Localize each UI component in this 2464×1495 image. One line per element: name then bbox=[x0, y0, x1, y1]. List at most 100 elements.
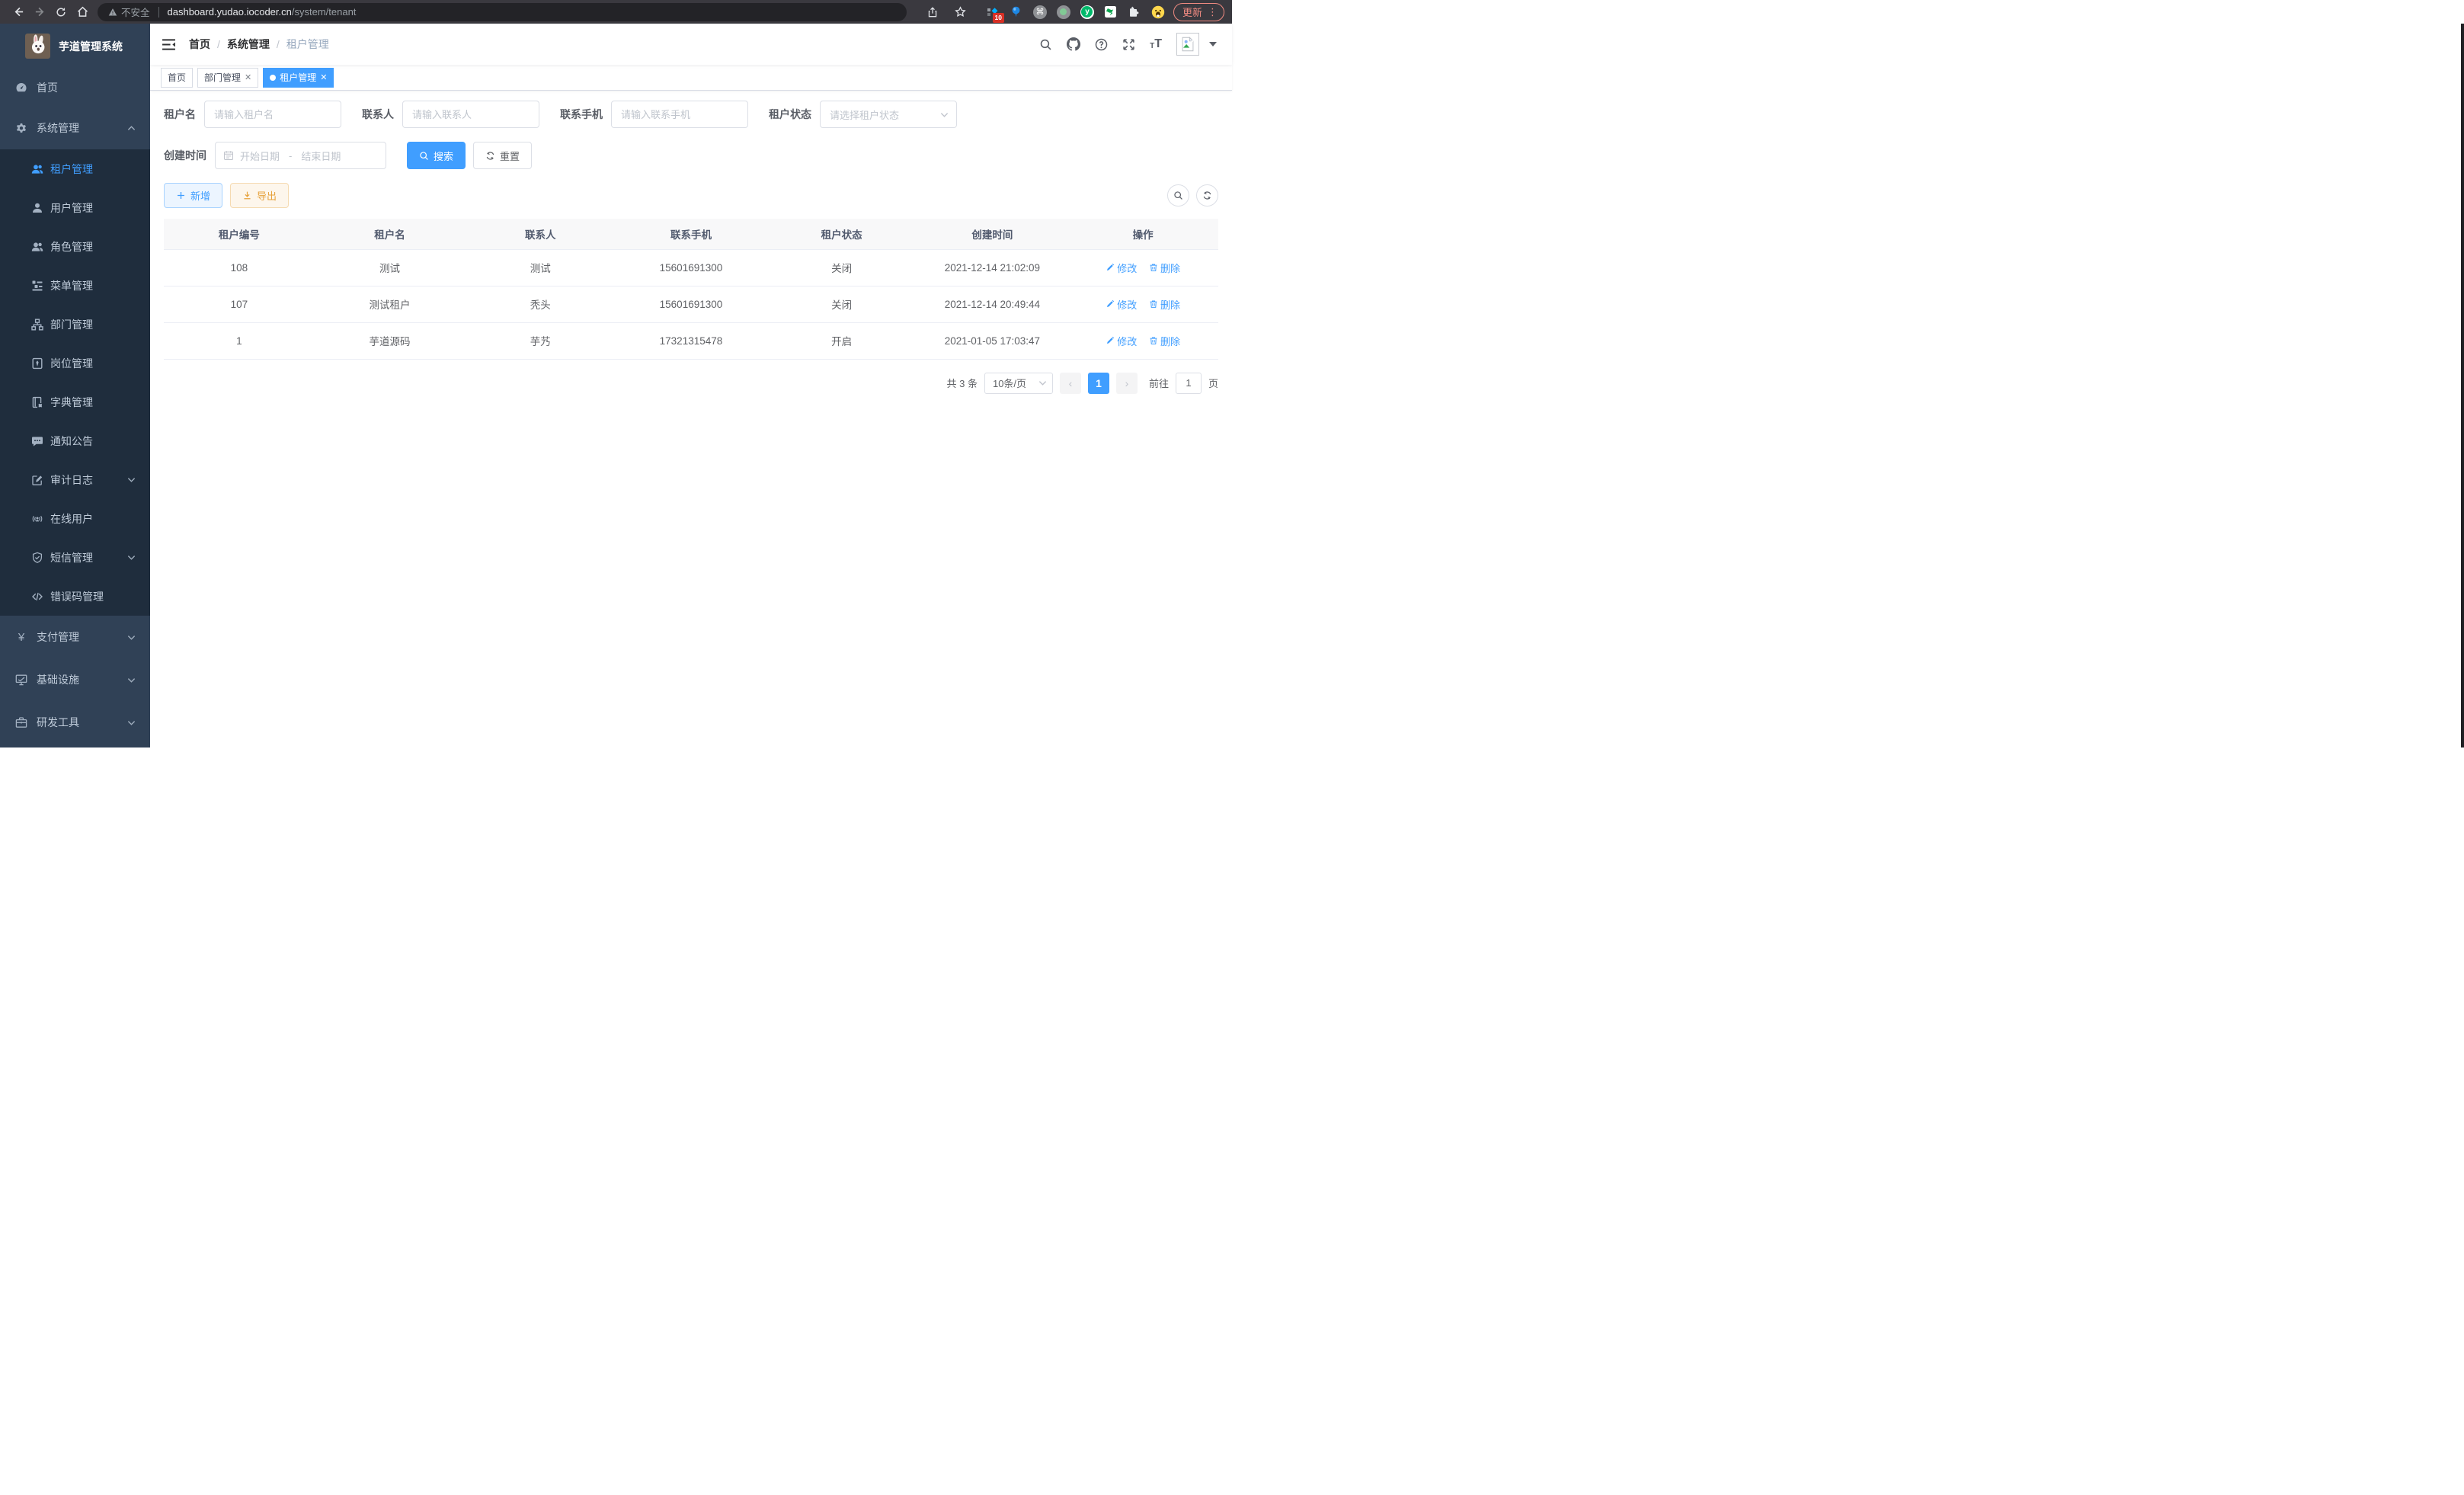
close-icon[interactable]: ✕ bbox=[320, 72, 327, 82]
sidebar-item-online-user[interactable]: 在线用户 bbox=[0, 499, 150, 538]
create-time-range-picker[interactable]: 开始日期 - 结束日期 bbox=[215, 142, 386, 169]
page-size-select[interactable]: 10条/页 bbox=[984, 373, 1053, 394]
home-icon[interactable] bbox=[72, 2, 93, 23]
refresh-table-button[interactable] bbox=[1196, 184, 1218, 206]
page-1-button[interactable]: 1 bbox=[1088, 373, 1109, 394]
sidebar-item-devtools[interactable]: 研发工具 bbox=[0, 701, 150, 744]
app-logo[interactable]: 芋道管理系统 bbox=[0, 24, 150, 69]
delete-link[interactable]: 删除 bbox=[1149, 261, 1180, 275]
col-tenant-name: 租户名 bbox=[315, 219, 466, 249]
create-time-label: 创建时间 bbox=[164, 148, 206, 163]
green-flag-extension-icon[interactable] bbox=[1102, 4, 1119, 21]
plus-icon bbox=[176, 190, 186, 200]
shield-check-icon bbox=[31, 552, 43, 564]
url-text: dashboard.yudao.iocoder.cn/system/tenant bbox=[168, 6, 357, 18]
col-tenant-id: 租户编号 bbox=[164, 219, 315, 249]
close-icon[interactable]: ✕ bbox=[245, 72, 251, 82]
command-extension-icon[interactable]: ⌘ bbox=[1032, 4, 1048, 21]
add-button[interactable]: 新增 bbox=[164, 183, 222, 208]
sidebar-item-infra[interactable]: 基础设施 bbox=[0, 658, 150, 701]
help-icon[interactable] bbox=[1095, 38, 1108, 51]
refresh-icon bbox=[1202, 190, 1212, 200]
status-label: 租户状态 bbox=[769, 107, 811, 122]
table-header-row: 租户编号 租户名 联系人 联系手机 租户状态 创建时间 操作 bbox=[164, 219, 1218, 249]
reload-icon[interactable] bbox=[50, 2, 72, 23]
back-icon[interactable] bbox=[8, 2, 29, 23]
breadcrumb-system[interactable]: 系统管理 bbox=[227, 37, 270, 52]
search-icon[interactable] bbox=[1039, 38, 1052, 51]
edit-link[interactable]: 修改 bbox=[1106, 334, 1137, 348]
browser-toolbar: 不安全 dashboard.yudao.iocoder.cn/system/te… bbox=[0, 0, 1232, 24]
forward-icon[interactable] bbox=[29, 2, 50, 23]
contact-input[interactable] bbox=[402, 101, 539, 128]
sidebar-item-notice[interactable]: 通知公告 bbox=[0, 421, 150, 460]
sidebar-item-role[interactable]: 角色管理 bbox=[0, 227, 150, 266]
status-select[interactable]: 请选择租户状态 bbox=[820, 101, 957, 128]
online-signal-icon bbox=[31, 513, 43, 525]
dictionary-icon bbox=[31, 396, 43, 408]
sidebar-item-dept[interactable]: 部门管理 bbox=[0, 305, 150, 344]
tenant-name-label: 租户名 bbox=[164, 107, 196, 122]
col-contact: 联系人 bbox=[465, 219, 616, 249]
delete-link[interactable]: 删除 bbox=[1149, 297, 1180, 312]
security-label: 不安全 bbox=[121, 5, 150, 19]
fullscreen-icon[interactable] bbox=[1122, 38, 1135, 51]
sidebar-item-user[interactable]: 用户管理 bbox=[0, 188, 150, 227]
sidebar-item-system[interactable]: 系统管理 bbox=[0, 107, 150, 149]
profile-emoji-icon[interactable] bbox=[1150, 4, 1166, 21]
tree-table-icon bbox=[31, 280, 43, 292]
sidebar-item-home[interactable]: 首页 bbox=[0, 69, 150, 107]
message-icon bbox=[31, 435, 43, 447]
table-row: 107 测试租户 秃头 15601691300 关闭 2021-12-14 20… bbox=[164, 286, 1218, 322]
trash-icon bbox=[1149, 336, 1158, 345]
search-button[interactable]: 搜索 bbox=[407, 142, 466, 169]
page-content: 租户名 联系人 联系手机 租户状态 请选择租户状态 bbox=[150, 91, 1232, 748]
balloon-extension-icon[interactable] bbox=[1008, 4, 1025, 21]
extensions-puzzle-icon[interactable] bbox=[1126, 4, 1143, 21]
security-status[interactable]: 不安全 bbox=[108, 5, 150, 19]
reset-button[interactable]: 重置 bbox=[473, 142, 532, 169]
sidebar-item-dict[interactable]: 字典管理 bbox=[0, 383, 150, 421]
edit-link[interactable]: 修改 bbox=[1106, 261, 1137, 275]
blue-diamond-extension-icon[interactable]: 10 bbox=[984, 4, 1001, 21]
record-extension-icon[interactable] bbox=[1055, 4, 1072, 21]
browser-update-button[interactable]: 更新 ⋮ bbox=[1173, 3, 1224, 21]
github-icon[interactable] bbox=[1067, 37, 1080, 51]
menu-dots-icon[interactable]: ⋮ bbox=[1208, 6, 1218, 18]
start-date-placeholder: 开始日期 bbox=[240, 149, 280, 163]
delete-link[interactable]: 删除 bbox=[1149, 334, 1180, 348]
toggle-search-button[interactable] bbox=[1167, 184, 1189, 206]
sidebar-item-error-code[interactable]: 错误码管理 bbox=[0, 577, 150, 616]
address-bar[interactable]: 不安全 dashboard.yudao.iocoder.cn/system/te… bbox=[98, 3, 907, 21]
sidebar-item-sms[interactable]: 短信管理 bbox=[0, 538, 150, 577]
export-button[interactable]: 导出 bbox=[230, 183, 289, 208]
share-icon[interactable] bbox=[922, 2, 943, 23]
sidebar-item-tenant[interactable]: 租户管理 bbox=[0, 149, 150, 188]
logo-rabbit-image bbox=[25, 34, 50, 59]
yuque-extension-icon[interactable]: y bbox=[1079, 4, 1096, 21]
caret-down-icon[interactable] bbox=[1209, 42, 1217, 46]
chevron-down-icon bbox=[940, 110, 949, 119]
edit-link[interactable]: 修改 bbox=[1106, 297, 1137, 312]
next-page-button[interactable]: › bbox=[1116, 373, 1138, 394]
bookmark-star-icon[interactable] bbox=[950, 2, 971, 23]
sidebar-item-post[interactable]: 岗位管理 bbox=[0, 344, 150, 383]
tags-view-bar: 首页 部门管理✕ 租户管理✕ bbox=[150, 65, 1232, 91]
prev-page-button[interactable]: ‹ bbox=[1060, 373, 1081, 394]
tab-tenant[interactable]: 租户管理✕ bbox=[263, 68, 334, 88]
sidebar-collapse-icon[interactable] bbox=[162, 37, 176, 52]
breadcrumb-home[interactable]: 首页 bbox=[189, 37, 210, 52]
tab-home[interactable]: 首页 bbox=[161, 68, 193, 88]
code-icon bbox=[31, 591, 43, 603]
font-size-icon[interactable]: TT bbox=[1150, 38, 1162, 50]
goto-page-input[interactable] bbox=[1176, 373, 1202, 394]
contact-label: 联系人 bbox=[362, 107, 394, 122]
tenant-name-input[interactable] bbox=[204, 101, 341, 128]
sidebar-item-audit-log[interactable]: 审计日志 bbox=[0, 460, 150, 499]
avatar[interactable] bbox=[1176, 33, 1199, 56]
top-navbar: 首页 / 系统管理 / 租户管理 TT bbox=[150, 24, 1232, 65]
mobile-input[interactable] bbox=[611, 101, 748, 128]
sidebar-item-payment[interactable]: ¥ 支付管理 bbox=[0, 616, 150, 658]
tab-dept[interactable]: 部门管理✕ bbox=[197, 68, 258, 88]
sidebar-item-menu[interactable]: 菜单管理 bbox=[0, 266, 150, 305]
